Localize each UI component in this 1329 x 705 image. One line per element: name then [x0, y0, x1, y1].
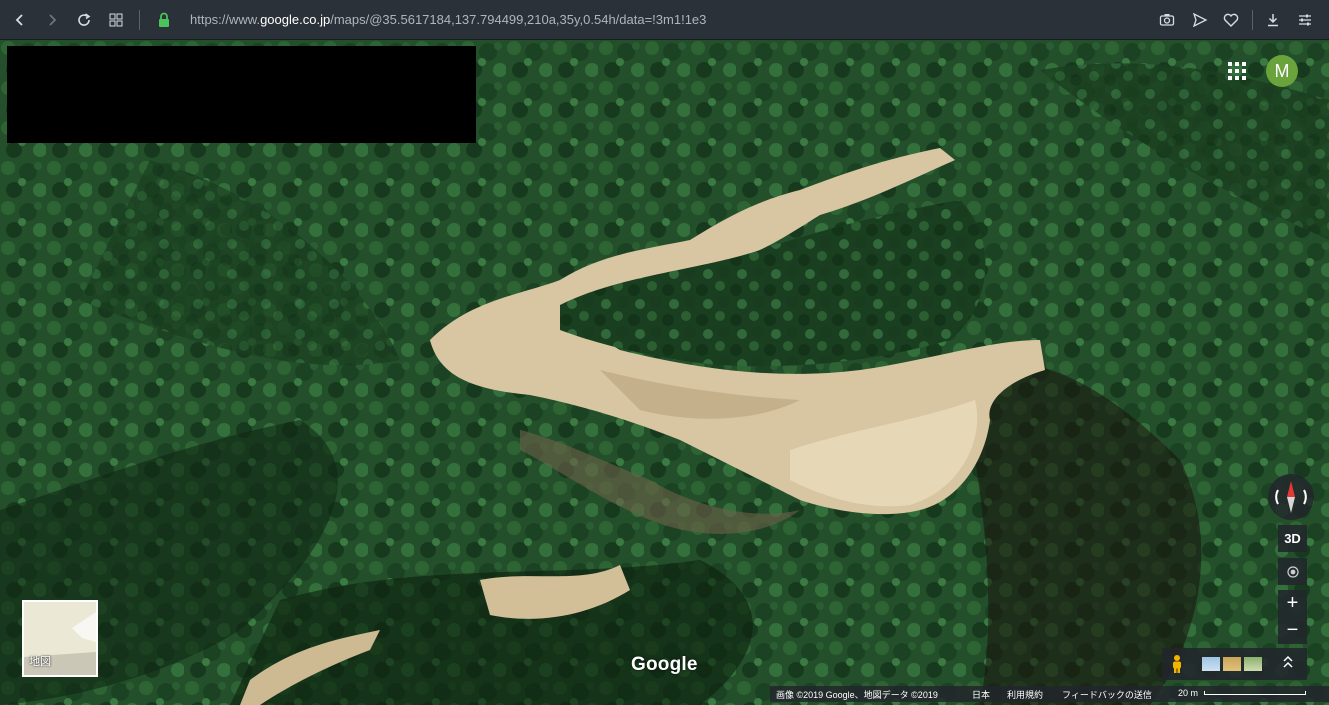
pegman-icon[interactable] — [1170, 654, 1184, 674]
tabs-grid-icon[interactable] — [104, 8, 128, 32]
map-footer: 画像 ©2019 Google、地図データ ©2019 日本 利用規約 フィード… — [0, 686, 1329, 702]
bottom-controls-panel — [1162, 648, 1307, 680]
scale-label[interactable]: 20 m — [1178, 688, 1198, 698]
send-icon[interactable] — [1188, 8, 1212, 32]
download-icon[interactable] — [1261, 8, 1285, 32]
settings-sliders-icon[interactable] — [1293, 8, 1317, 32]
account-avatar[interactable]: M — [1266, 55, 1298, 87]
heart-icon[interactable] — [1219, 8, 1243, 32]
terms-link[interactable]: 利用規約 — [1007, 688, 1043, 701]
zoom-in-button[interactable]: + — [1278, 590, 1307, 617]
satellite-map[interactable]: M 3D + − 地図 Google 画像 ©2019 Google、地図データ… — [0, 40, 1329, 705]
zoom-out-button[interactable]: − — [1278, 617, 1307, 644]
redacted-search-panel — [7, 46, 476, 143]
toolbar-separator — [1252, 10, 1253, 30]
address-bar[interactable]: https://www.google.co.jp/maps/@35.561718… — [190, 12, 706, 27]
map-layer-toggle[interactable]: 地図 — [22, 600, 98, 677]
compass-icon[interactable] — [1268, 474, 1314, 520]
google-logo: Google — [631, 654, 698, 675]
reload-icon[interactable] — [72, 8, 96, 32]
expand-up-icon[interactable] — [1283, 655, 1293, 672]
url-path: /maps/@35.5617184,137.794499,210a,35y,0.… — [330, 12, 707, 27]
minimap-label: 地図 — [29, 656, 51, 668]
browser-toolbar: https://www.google.co.jp/maps/@35.561718… — [0, 0, 1329, 40]
imagery-attribution: 画像 ©2019 Google、地図データ ©2019 — [776, 690, 938, 700]
lock-icon[interactable] — [152, 8, 176, 32]
url-host: google.co.jp — [260, 12, 331, 27]
feedback-link[interactable]: フィードバックの送信 — [1062, 688, 1152, 701]
country-link[interactable]: 日本 — [972, 688, 990, 701]
imagery-thumbnail-landscape[interactable] — [1244, 657, 1262, 671]
forward-icon[interactable] — [40, 8, 64, 32]
location-target-icon — [1286, 565, 1299, 578]
scale-bar — [1204, 691, 1306, 695]
imagery-thumbnail-desert[interactable] — [1223, 657, 1241, 671]
back-icon[interactable] — [8, 8, 32, 32]
apps-grid-icon[interactable] — [1226, 60, 1248, 82]
url-prefix: https://www. — [190, 12, 261, 27]
toolbar-separator — [139, 10, 140, 30]
imagery-thumbnail-sky[interactable] — [1202, 657, 1220, 671]
my-location-button[interactable] — [1278, 558, 1307, 585]
3d-toggle-button[interactable]: 3D — [1278, 525, 1307, 552]
camera-icon[interactable] — [1155, 8, 1179, 32]
